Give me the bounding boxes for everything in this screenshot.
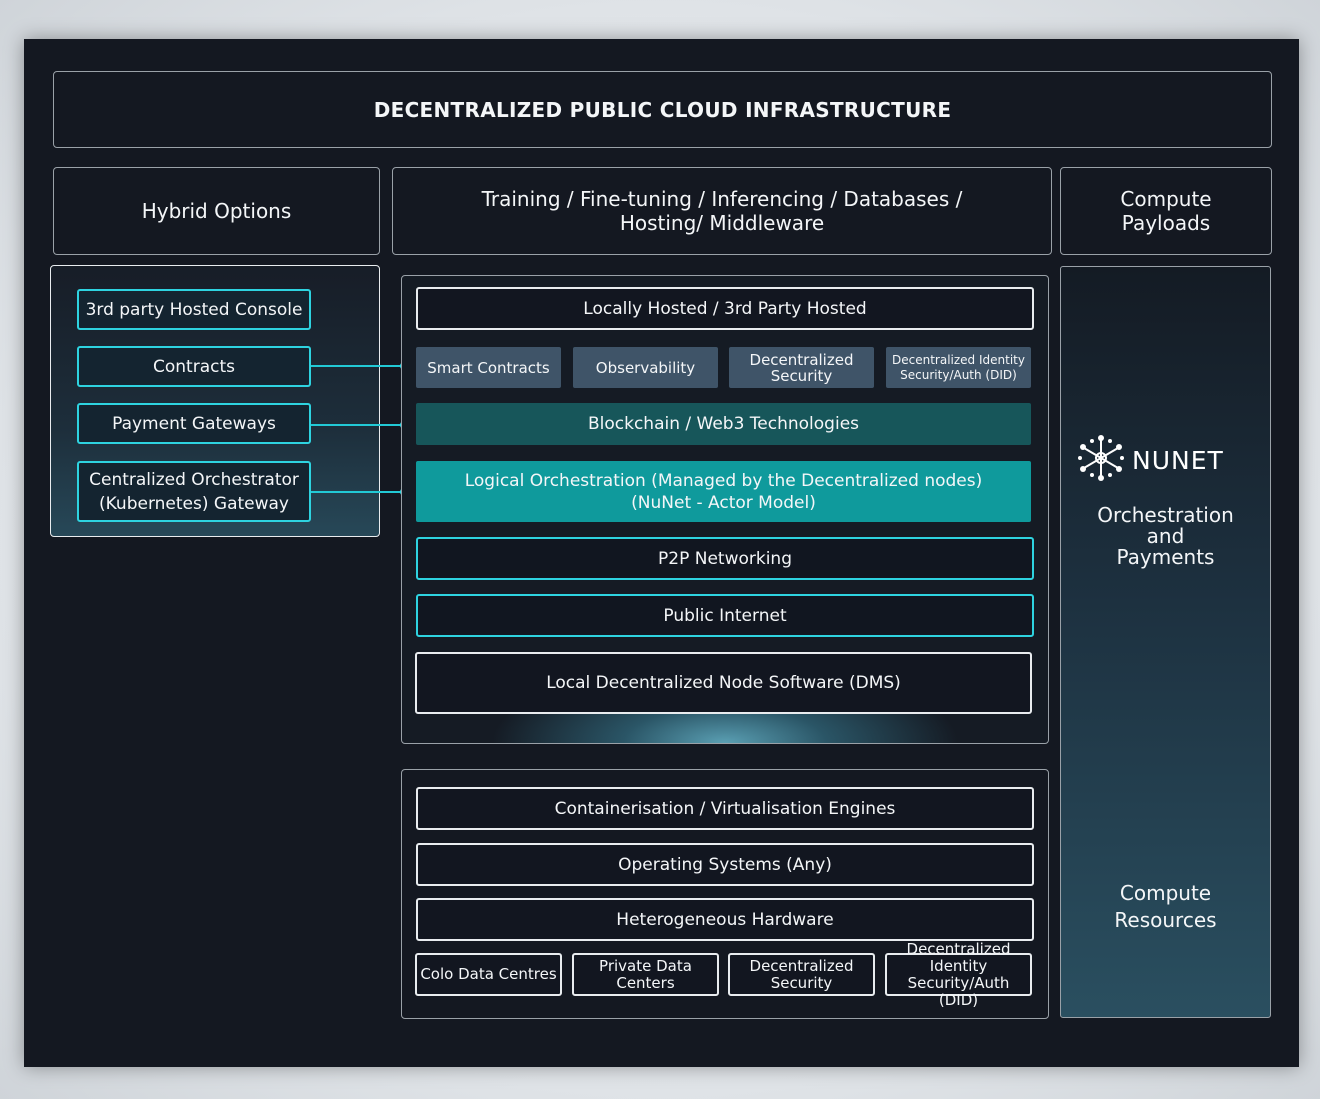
logical-orchestration-line1: Logical Orchestration (Managed by the De…	[464, 470, 983, 491]
connector-payment-gateways	[311, 424, 404, 426]
orchestration-payments-line2: and	[1146, 524, 1185, 548]
header-compute-payloads-line1: Compute	[1120, 187, 1212, 211]
tile-decentralized-security-line2: Security	[770, 366, 833, 385]
tile-private-data-centers-line2: Centers	[616, 973, 675, 992]
row-containerisation: Containerisation / Virtualisation Engine…	[416, 787, 1034, 830]
connector-orchestrator	[311, 491, 404, 493]
header-workloads-line1: Training / Fine-tuning / Inferencing / D…	[481, 187, 963, 211]
tile-private-data-centers: Private Data Centers	[572, 953, 719, 996]
header-hybrid-options: Hybrid Options	[53, 167, 380, 255]
orchestration-payments-label: Orchestration and Payments	[1060, 505, 1271, 568]
tile-decentralized-identity: Decentralized Identity Security/Auth (DI…	[886, 347, 1031, 388]
orchestrator-gateway-line2: (Kubernetes) Gateway	[99, 493, 289, 514]
row-heterogeneous-hardware: Heterogeneous Hardware	[416, 898, 1034, 941]
tile-decentralized-security-line1: Decentralized	[749, 350, 854, 369]
row-p2p-networking: P2P Networking	[416, 537, 1034, 580]
row-blockchain-web3: Blockchain / Web3 Technologies	[416, 403, 1031, 445]
hybrid-option-payment-gateways: Payment Gateways	[77, 403, 311, 444]
row-local-node-software: Local Decentralized Node Software (DMS)	[415, 652, 1032, 714]
orchestration-payments-line3: Payments	[1116, 545, 1215, 569]
tile-decentralized-identity-line1: Decentralized Identity	[892, 352, 1025, 367]
hybrid-option-hosted-console: 3rd party Hosted Console	[77, 289, 311, 330]
nunet-logo-text: NUNET	[1132, 446, 1224, 475]
tile-lower-decentralized-identity-line2: Security/Auth (DID)	[907, 973, 1010, 1009]
connector-contracts	[311, 365, 404, 367]
compute-resources-line2: Resources	[1114, 908, 1217, 932]
logical-orchestration-line2: (NuNet - Actor Model)	[631, 492, 816, 513]
tile-smart-contracts: Smart Contracts	[416, 347, 561, 388]
diagram-title: DECENTRALIZED PUBLIC CLOUD INFRASTRUCTUR…	[53, 71, 1272, 148]
row-locally-hosted: Locally Hosted / 3rd Party Hosted	[416, 287, 1034, 330]
diagram-canvas: DECENTRALIZED PUBLIC CLOUD INFRASTRUCTUR…	[24, 39, 1299, 1067]
tile-lower-decentralized-security-line1: Decentralized	[749, 956, 854, 975]
row-operating-systems: Operating Systems (Any)	[416, 843, 1034, 886]
tile-observability: Observability	[573, 347, 718, 388]
hybrid-option-orchestrator-gateway: Centralized Orchestrator (Kubernetes) Ga…	[77, 461, 311, 522]
tile-lower-decentralized-identity: Decentralized Identity Security/Auth (DI…	[885, 940, 1032, 1008]
tile-lower-decentralized-identity-line1: Decentralized Identity	[906, 939, 1011, 975]
tile-lower-decentralized-security-line2: Security	[770, 973, 833, 992]
tile-decentralized-security: Decentralized Security	[729, 347, 874, 388]
tile-lower-decentralized-security: Decentralized Security	[728, 953, 875, 996]
row-logical-orchestration: Logical Orchestration (Managed by the De…	[416, 461, 1031, 522]
tile-colo-data-centres: Colo Data Centres	[415, 953, 562, 996]
header-compute-payloads-line2: Payloads	[1121, 211, 1211, 235]
compute-resources-line1: Compute	[1119, 881, 1212, 905]
header-compute-payloads: Compute Payloads	[1060, 167, 1272, 255]
orchestrator-gateway-line1: Centralized Orchestrator	[89, 469, 299, 490]
header-workloads: Training / Fine-tuning / Inferencing / D…	[392, 167, 1052, 255]
row-public-internet: Public Internet	[416, 594, 1034, 637]
nunet-logo-icon	[1078, 435, 1124, 481]
tile-decentralized-identity-line2: Security/Auth (DID)	[900, 367, 1017, 382]
hybrid-option-contracts: Contracts	[77, 346, 311, 387]
tile-private-data-centers-line1: Private Data	[599, 956, 692, 975]
header-workloads-line2: Hosting/ Middleware	[619, 211, 825, 235]
orchestration-payments-line1: Orchestration	[1097, 503, 1234, 527]
compute-resources-label: Compute Resources	[1060, 880, 1271, 934]
